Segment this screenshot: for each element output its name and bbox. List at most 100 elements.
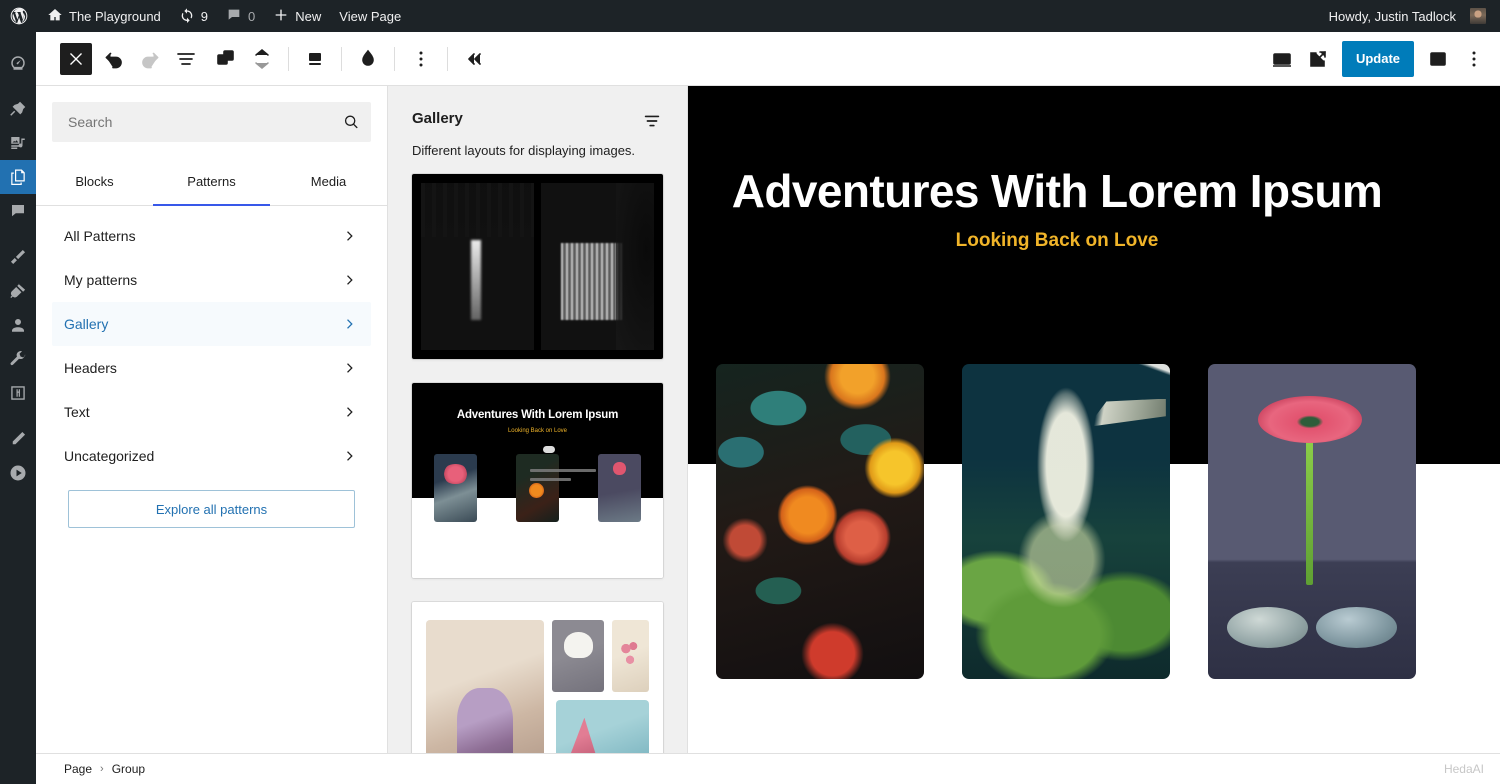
category-headers[interactable]: Headers — [52, 346, 371, 390]
pin-icon — [10, 101, 26, 116]
sidebar-item-users[interactable] — [0, 308, 36, 342]
block-inserter-panel: Blocks Patterns Media All Patterns My pa… — [36, 86, 388, 753]
gallery-block[interactable] — [688, 364, 1500, 679]
stone-left — [1226, 606, 1308, 648]
search-input[interactable] — [52, 102, 331, 142]
block-options-button[interactable] — [403, 41, 439, 77]
block-editor: Update Blocks Patterns Media — [36, 32, 1500, 784]
wp-admin-sidebar — [0, 32, 36, 784]
sidebar-item-editor[interactable] — [0, 422, 36, 456]
vertical-dots-icon — [419, 51, 423, 66]
pattern-image — [516, 454, 559, 523]
vintage-image-row — [552, 620, 649, 693]
list-view-button[interactable] — [168, 41, 204, 77]
redo-button[interactable] — [132, 41, 168, 77]
new-content-button[interactable]: New — [264, 0, 330, 32]
pattern-panel-description: Different layouts for displaying images. — [412, 143, 636, 158]
sidebar-item-player[interactable] — [0, 456, 36, 490]
gallery-image-watering[interactable] — [962, 364, 1170, 679]
user-icon — [12, 319, 24, 332]
chevron-right-icon — [341, 447, 359, 465]
sidebar-item-appearance[interactable] — [0, 240, 36, 274]
category-uncategorized[interactable]: Uncategorized — [52, 434, 371, 478]
sidebar-item-pages[interactable] — [0, 160, 36, 194]
category-my-patterns[interactable]: My patterns — [52, 258, 371, 302]
undo-button[interactable] — [96, 41, 132, 77]
caption-line — [530, 469, 596, 473]
breadcrumb-group[interactable]: Group — [112, 762, 145, 776]
undo-arrow-icon — [105, 52, 122, 68]
update-button[interactable]: Update — [1341, 40, 1414, 77]
comments-button[interactable]: 0 — [217, 0, 264, 32]
wordpress-logo-button[interactable] — [0, 0, 38, 32]
site-name-button[interactable]: The Playground — [38, 0, 170, 32]
view-page-button[interactable]: View Page — [330, 0, 410, 32]
pattern-image — [598, 454, 641, 523]
page-title[interactable]: Adventures With Lorem Ipsum — [688, 164, 1500, 218]
category-gallery[interactable]: Gallery — [52, 302, 371, 346]
sidebar-item-tools[interactable] — [0, 342, 36, 376]
breadcrumb-page[interactable]: Page — [64, 762, 92, 776]
caption-line — [530, 478, 571, 482]
chevron-up-down-icon — [255, 61, 269, 69]
sidebar-item-posts[interactable] — [0, 92, 36, 126]
category-all-patterns[interactable]: All Patterns — [52, 214, 371, 258]
settings-sidebar-button[interactable] — [1420, 41, 1456, 77]
block-mover-button[interactable] — [244, 41, 280, 77]
search-container — [36, 86, 387, 158]
device-preview-button[interactable] — [1264, 41, 1300, 77]
chevron-right-icon — [341, 227, 359, 245]
sidebar-item-comments[interactable] — [0, 194, 36, 228]
paintbrush-icon — [10, 249, 26, 265]
search-icon — [331, 102, 371, 142]
droplet-icon — [362, 49, 374, 66]
category-text[interactable]: Text — [52, 390, 371, 434]
close-editor-button[interactable] — [60, 42, 92, 75]
watermark: HedaAI — [1443, 761, 1484, 776]
toolbar-divider — [394, 46, 395, 71]
tab-media[interactable]: Media — [270, 158, 387, 205]
gallery-image-gerbera[interactable] — [1208, 364, 1416, 679]
tab-blocks[interactable]: Blocks — [36, 158, 153, 205]
media-icon — [11, 137, 25, 149]
color-button[interactable] — [350, 41, 386, 77]
pattern-list: Adventures With Lorem Ipsum Looking Back… — [388, 174, 687, 753]
view-page-label: View Page — [339, 8, 402, 24]
sidebar-item-settings[interactable] — [0, 376, 36, 410]
pattern-card-vintage-grid[interactable] — [412, 602, 663, 753]
editor-canvas[interactable]: Adventures With Lorem Ipsum Looking Back… — [688, 86, 1500, 753]
wrench-icon — [10, 351, 26, 366]
explore-all-patterns-button[interactable]: Explore all patterns — [68, 490, 355, 528]
sidebar-item-plugins[interactable] — [0, 274, 36, 308]
filter-icon[interactable] — [641, 110, 663, 132]
pattern-card-waterfalls[interactable] — [412, 174, 663, 360]
view-site-button[interactable] — [1300, 41, 1336, 77]
category-label: All Patterns — [64, 228, 136, 244]
chevron-right-icon — [341, 359, 359, 377]
sidebar-item-media[interactable] — [0, 126, 36, 160]
teal-image — [556, 700, 649, 753]
page-subtitle[interactable]: Looking Back on Love — [688, 230, 1500, 252]
patterns-button[interactable] — [208, 41, 244, 77]
pattern-panel-title: Gallery — [412, 110, 463, 127]
editor-options-button[interactable] — [1456, 41, 1492, 77]
avatar — [1470, 8, 1486, 24]
editor-footer: Page › Group HedaAI — [36, 753, 1500, 783]
pattern-subheading: Looking Back on Love — [507, 428, 568, 435]
home-icon — [47, 7, 63, 26]
admin-bar-right: Howdy, Justin Tadlock — [1320, 0, 1500, 32]
pattern-hero: Adventures With Lorem Ipsum Looking Back… — [412, 383, 663, 523]
block-style-button[interactable] — [297, 41, 333, 77]
gallery-image-flowers[interactable] — [716, 364, 924, 679]
updates-button[interactable]: 9 — [170, 0, 217, 32]
blossom-branch-image — [612, 620, 649, 693]
sidebar-item-dashboard[interactable] — [0, 46, 36, 80]
wordpress-logo-icon — [9, 6, 29, 26]
tab-patterns[interactable]: Patterns — [153, 158, 270, 206]
updates-count: 9 — [200, 8, 209, 24]
collapse-toolbar-button[interactable] — [456, 41, 492, 77]
pattern-card-adventures[interactable]: Adventures With Lorem Ipsum Looking Back… — [412, 383, 663, 579]
my-account-button[interactable]: Howdy, Justin Tadlock — [1320, 0, 1486, 32]
settings-sliders-icon — [11, 386, 25, 400]
cloud-icon — [543, 446, 555, 454]
